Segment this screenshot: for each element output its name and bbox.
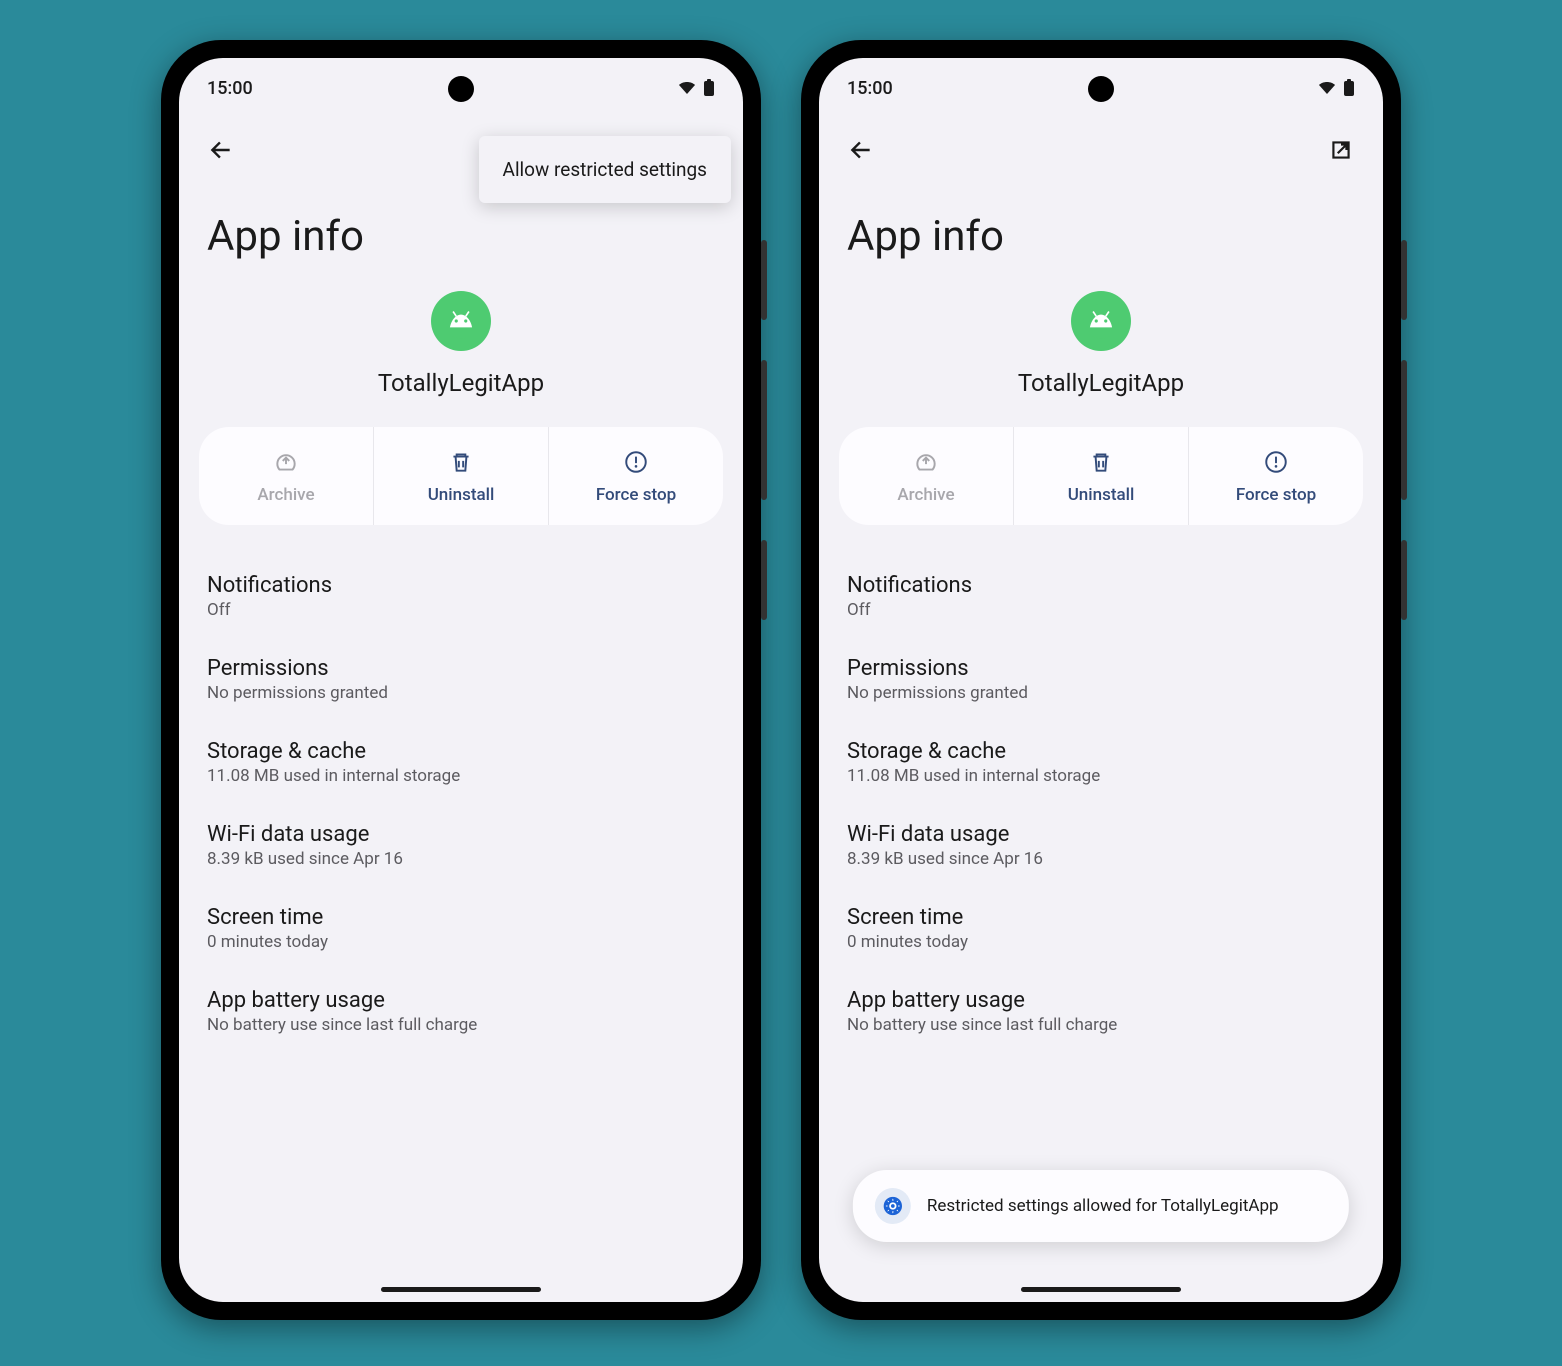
setting-permissions[interactable]: Permissions No permissions granted: [847, 638, 1355, 721]
battery-icon: [1343, 79, 1355, 97]
wifi-icon: [677, 80, 697, 96]
app-name: TotallyLegitApp: [179, 369, 743, 397]
uninstall-label: Uninstall: [1014, 485, 1188, 505]
clock: 15:00: [207, 78, 253, 99]
force-stop-label: Force stop: [1189, 485, 1363, 505]
setting-screentime[interactable]: Screen time 0 minutes today: [207, 887, 715, 970]
app-icon: [431, 291, 491, 351]
toast-text: Restricted settings allowed for TotallyL…: [927, 1195, 1279, 1217]
toast: Restricted settings allowed for TotallyL…: [853, 1170, 1349, 1242]
screen-right: 15:00 App info TotallyLegitApp: [819, 58, 1383, 1302]
status-bar: 15:00: [179, 58, 743, 118]
app-header: TotallyLegitApp: [819, 281, 1383, 427]
setting-wifi[interactable]: Wi-Fi data usage 8.39 kB used since Apr …: [847, 804, 1355, 887]
setting-storage[interactable]: Storage & cache 11.08 MB used in interna…: [847, 721, 1355, 804]
app-icon: [1071, 291, 1131, 351]
app-header: TotallyLegitApp: [179, 281, 743, 427]
screen-left: 15:00 Allow restricted settings App info: [179, 58, 743, 1302]
phone-frame-left: 15:00 Allow restricted settings App info: [161, 40, 761, 1320]
force-stop-label: Force stop: [549, 485, 723, 505]
clock: 15:00: [847, 78, 893, 99]
setting-battery[interactable]: App battery usage No battery use since l…: [847, 970, 1355, 1053]
overflow-menu: Allow restricted settings: [479, 136, 731, 203]
action-row: Archive Uninstall Force stop: [199, 427, 723, 525]
uninstall-button[interactable]: Uninstall: [374, 427, 549, 525]
setting-screentime[interactable]: Screen time 0 minutes today: [847, 887, 1355, 970]
battery-icon: [703, 79, 715, 97]
setting-permissions[interactable]: Permissions No permissions granted: [207, 638, 715, 721]
settings-list: Notifications Off Permissions No permiss…: [179, 555, 743, 1053]
archive-button[interactable]: Archive: [839, 427, 1014, 525]
uninstall-label: Uninstall: [374, 485, 548, 505]
wifi-icon: [1317, 80, 1337, 96]
app-name: TotallyLegitApp: [819, 369, 1383, 397]
status-bar: 15:00: [819, 58, 1383, 118]
settings-gear-icon: [875, 1188, 911, 1224]
status-icons: [677, 79, 715, 97]
archive-label: Archive: [839, 485, 1013, 505]
action-row: Archive Uninstall Force stop: [839, 427, 1363, 525]
force-stop-button[interactable]: Force stop: [549, 427, 723, 525]
status-icons: [1317, 79, 1355, 97]
setting-notifications[interactable]: Notifications Off: [847, 555, 1355, 638]
toolbar: [819, 118, 1383, 182]
setting-battery[interactable]: App battery usage No battery use since l…: [207, 970, 715, 1053]
page-title: App info: [819, 182, 1383, 281]
settings-list: Notifications Off Permissions No permiss…: [819, 555, 1383, 1053]
back-button[interactable]: [839, 128, 883, 172]
setting-storage[interactable]: Storage & cache 11.08 MB used in interna…: [207, 721, 715, 804]
menu-item-allow-restricted[interactable]: Allow restricted settings: [479, 136, 731, 203]
phone-frame-right: 15:00 App info TotallyLegitApp: [801, 40, 1401, 1320]
setting-wifi[interactable]: Wi-Fi data usage 8.39 kB used since Apr …: [207, 804, 715, 887]
force-stop-button[interactable]: Force stop: [1189, 427, 1363, 525]
back-button[interactable]: [199, 128, 243, 172]
archive-label: Archive: [199, 485, 373, 505]
setting-notifications[interactable]: Notifications Off: [207, 555, 715, 638]
uninstall-button[interactable]: Uninstall: [1014, 427, 1189, 525]
archive-button[interactable]: Archive: [199, 427, 374, 525]
open-external-button[interactable]: [1319, 128, 1363, 172]
